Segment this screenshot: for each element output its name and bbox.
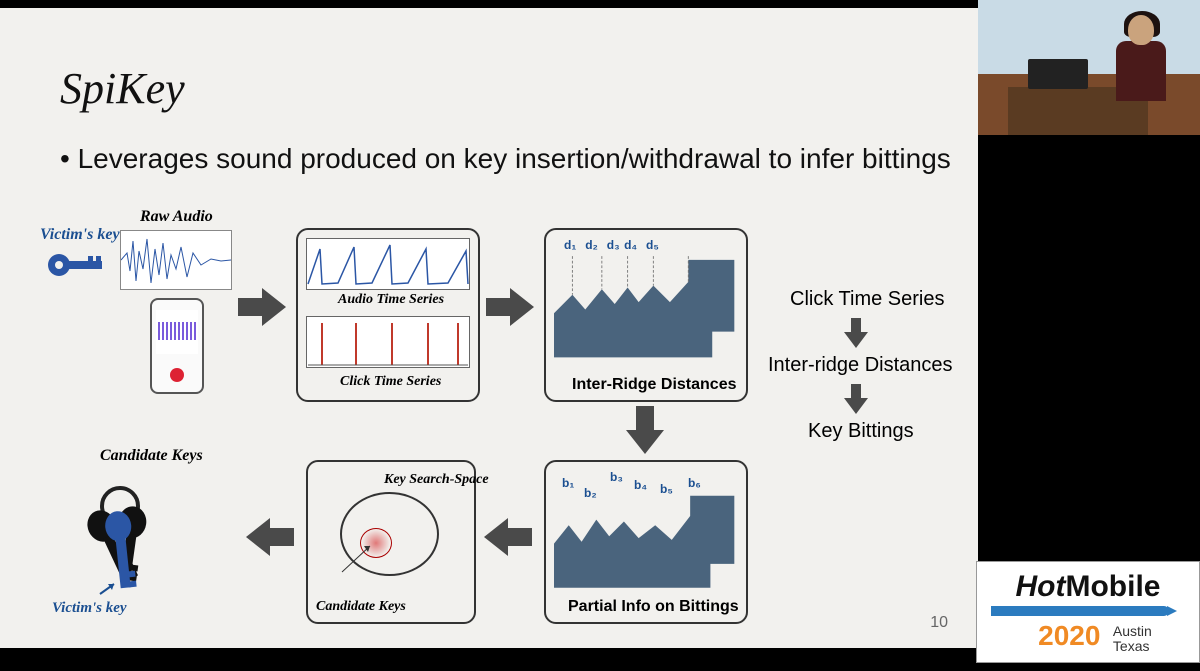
slide-title: SpiKey bbox=[60, 63, 185, 114]
presentation-slide: SpiKey Leverages sound produced on key i… bbox=[0, 8, 978, 648]
phone-icon bbox=[150, 298, 204, 394]
conference-logo: HotMobile 2020 AustinTexas bbox=[976, 561, 1200, 663]
logo-location: AustinTexas bbox=[1113, 624, 1152, 655]
key-profile-inter-ridge bbox=[554, 238, 738, 370]
arrow-icon bbox=[238, 288, 286, 326]
arrow-icon bbox=[844, 384, 868, 414]
label-key-search-space: Key Search-Space bbox=[384, 472, 489, 487]
label-click-ts: Click Time Series bbox=[340, 374, 441, 390]
search-space-diagram bbox=[330, 492, 450, 582]
side-flow-step1: Click Time Series bbox=[790, 288, 944, 311]
label-candidate-keys: Candidate Keys bbox=[100, 448, 203, 465]
arrow-icon bbox=[486, 288, 534, 326]
page-number: 10 bbox=[930, 614, 948, 632]
label-victims-key-top: Victim's key bbox=[40, 226, 120, 244]
label-raw-audio: Raw Audio bbox=[140, 208, 213, 226]
logo-year: 2020 bbox=[1038, 620, 1100, 652]
label-audio-ts: Audio Time Series bbox=[338, 292, 444, 308]
box-time-series: Audio Time Series Click Time Series bbox=[296, 228, 480, 402]
click-time-series-chart bbox=[306, 316, 470, 368]
logo-name: HotMobile bbox=[977, 570, 1199, 604]
side-flow-step2: Inter-ridge Distances bbox=[768, 354, 953, 377]
keyring-icon bbox=[60, 480, 200, 600]
logo-underline bbox=[991, 606, 1169, 616]
label-candidate-keys-inner: Candidate Keys bbox=[316, 599, 386, 614]
arrow-icon bbox=[484, 518, 532, 556]
audio-time-series-chart bbox=[306, 238, 470, 290]
box-search-space: Key Search-Space Candidate Keys bbox=[306, 460, 476, 624]
box-partial-info: b₁ b₂ b₃ b₄ b₅ b₆ Partial Info on Bittin… bbox=[544, 460, 748, 624]
label-victims-key-bottom: Victim's key bbox=[52, 600, 127, 617]
label-partial-info: Partial Info on Bittings bbox=[568, 598, 739, 616]
slide-bullet: Leverages sound produced on key insertio… bbox=[60, 143, 951, 175]
raw-audio-waveform bbox=[120, 230, 232, 290]
key-profile-bittings bbox=[554, 486, 738, 592]
side-flow-step3: Key Bittings bbox=[808, 420, 914, 443]
label-inter-ridge: Inter-Ridge Distances bbox=[572, 376, 736, 394]
arrow-icon bbox=[246, 518, 294, 556]
arrow-icon bbox=[844, 318, 868, 348]
key-icon bbox=[48, 252, 104, 278]
speaker-video-thumbnail bbox=[978, 0, 1200, 135]
box-inter-ridge: d₁ d₂ d₃ d₄ d₅ Inter-Ridge Distances bbox=[544, 228, 748, 402]
arrow-icon bbox=[626, 406, 664, 454]
